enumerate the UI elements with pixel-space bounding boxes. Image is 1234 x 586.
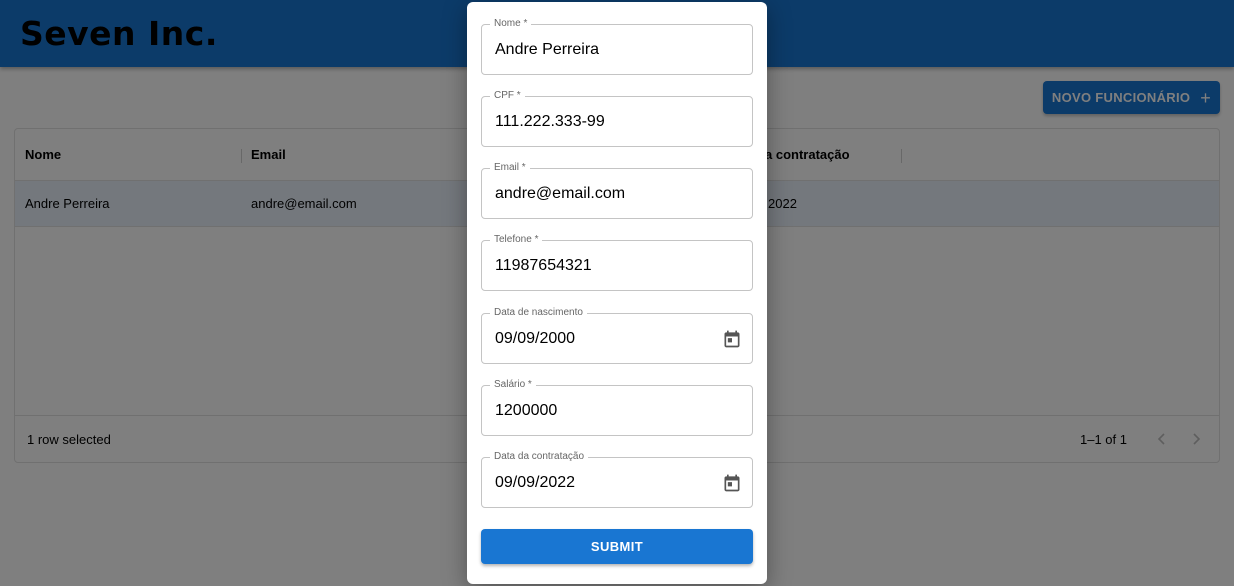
cpf-label: CPF * — [490, 90, 525, 102]
salario-field[interactable]: Salário * 1200000 — [481, 379, 753, 436]
calendar-icon[interactable] — [722, 473, 742, 493]
telefone-label: Telefone * — [490, 234, 543, 246]
data-contratacao-field[interactable]: Data da contratação 09/09/2022 — [481, 451, 753, 508]
cpf-input[interactable]: 111.222.333-99 — [495, 113, 605, 131]
data-nascimento-input[interactable]: 09/09/2000 — [495, 330, 575, 348]
data-nascimento-label: Data de nascimento — [490, 307, 587, 319]
nome-input[interactable]: Andre Perreira — [495, 41, 599, 59]
email-input[interactable]: andre@email.com — [495, 185, 625, 203]
nome-label: Nome * — [490, 18, 532, 30]
employee-form-modal: Nome * Andre Perreira CPF * 111.222.333-… — [467, 2, 767, 584]
salario-input[interactable]: 1200000 — [495, 402, 557, 420]
data-contratacao-input[interactable]: 09/09/2022 — [495, 474, 575, 492]
cpf-field[interactable]: CPF * 111.222.333-99 — [481, 90, 753, 147]
calendar-icon[interactable] — [722, 329, 742, 349]
email-label: Email * — [490, 162, 530, 174]
email-field[interactable]: Email * andre@email.com — [481, 162, 753, 219]
data-nascimento-field[interactable]: Data de nascimento 09/09/2000 — [481, 307, 753, 364]
telefone-input[interactable]: 11987654321 — [495, 257, 592, 275]
data-contratacao-label: Data da contratação — [490, 451, 589, 463]
submit-button[interactable]: SUBMIT — [481, 529, 753, 564]
telefone-field[interactable]: Telefone * 11987654321 — [481, 234, 753, 291]
salario-label: Salário * — [490, 379, 536, 391]
nome-field[interactable]: Nome * Andre Perreira — [481, 18, 753, 75]
